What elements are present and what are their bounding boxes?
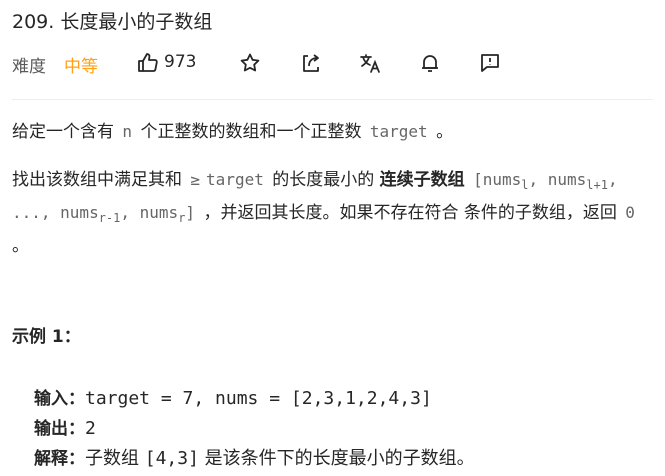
problem-meta-bar: 难度 中等 973 bbox=[12, 48, 662, 78]
inline-code-ge: ≥ bbox=[190, 170, 201, 189]
inline-code-target: target bbox=[369, 122, 428, 141]
example-block: 输入：target = 7, nums = [2,3,1,2,4,3] 输出：2… bbox=[34, 384, 475, 474]
example-title: 示例 1： bbox=[12, 327, 81, 347]
difficulty-value: 中等 bbox=[64, 57, 98, 77]
description-paragraph-2: 找出该数组中满足其和 ≥ target 的长度最小的 连续子数组 [numsl, … bbox=[12, 166, 655, 260]
input-value: target = 7, nums = [2,3,1,2,4,3] bbox=[85, 388, 432, 409]
difficulty-label: 难度 bbox=[12, 57, 46, 77]
star-icon[interactable] bbox=[238, 51, 262, 75]
share-icon[interactable] bbox=[299, 51, 323, 75]
bell-icon[interactable] bbox=[418, 51, 442, 75]
explain-label: 解释： bbox=[34, 449, 85, 469]
thumbs-up-icon[interactable] bbox=[136, 51, 160, 75]
header-divider bbox=[12, 99, 653, 100]
output-label: 输出： bbox=[34, 419, 85, 439]
like-count: 973 bbox=[164, 52, 197, 72]
explain-code: [4,3] bbox=[144, 448, 199, 469]
feedback-icon[interactable] bbox=[478, 51, 502, 75]
output-value: 2 bbox=[85, 418, 96, 439]
problem-title: 209. 长度最小的子数组 bbox=[12, 11, 213, 33]
inline-code-zero: 0 bbox=[625, 203, 635, 223]
translate-icon[interactable] bbox=[358, 51, 382, 75]
inline-code-n: n bbox=[122, 122, 133, 141]
inline-code-target: target bbox=[206, 170, 264, 189]
example-output-line: 输出：2 bbox=[34, 414, 475, 444]
bold-term: 连续子数组 bbox=[379, 170, 465, 190]
description-paragraph-1: 给定一个含有 n 个正整数的数组和一个正整数 target 。 bbox=[12, 122, 454, 142]
example-input-line: 输入：target = 7, nums = [2,3,1,2,4,3] bbox=[34, 384, 475, 414]
example-explain-line: 解释：子数组 [4,3] 是该条件下的长度最小的子数组。 bbox=[34, 448, 475, 469]
input-label: 输入： bbox=[34, 389, 85, 409]
